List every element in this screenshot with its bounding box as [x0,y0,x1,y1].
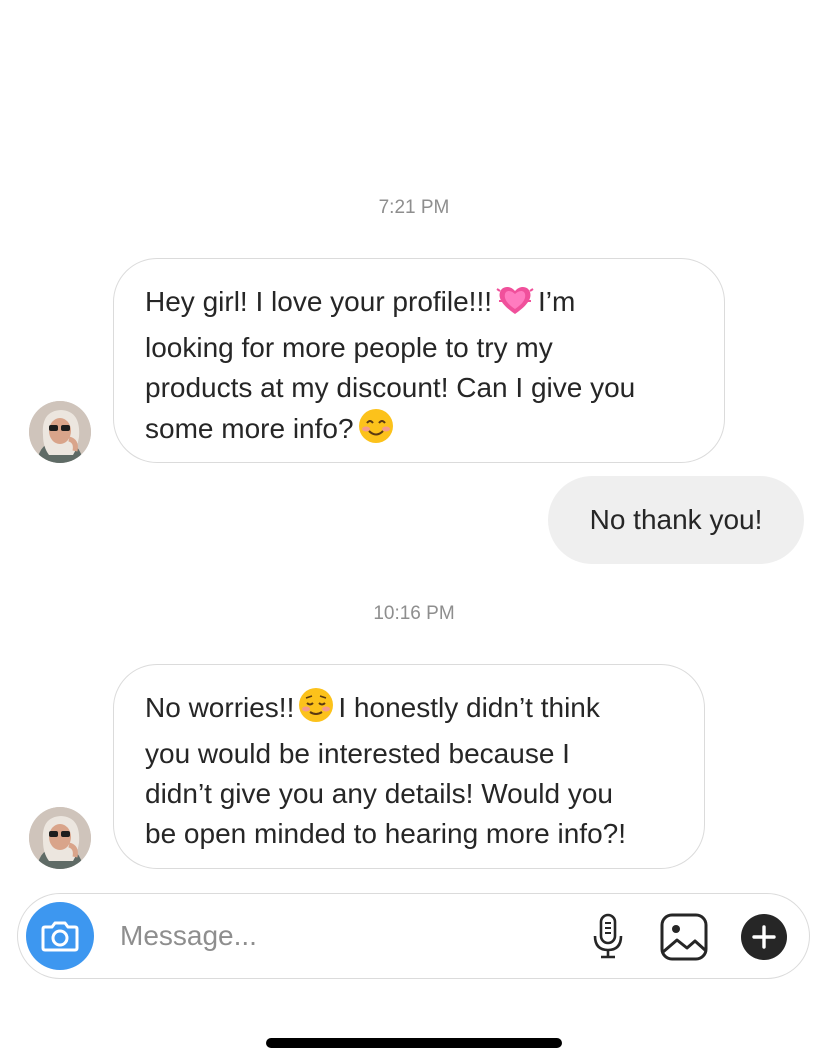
relieved-smiling-face-emoji [298,687,334,734]
message-line: some more info? [145,408,694,455]
sender-avatar[interactable] [29,401,91,463]
message-text: No thank you! [589,504,763,535]
voice-message-button[interactable] [588,912,628,960]
avatar-photo [29,807,91,869]
message-input[interactable] [120,914,540,958]
home-indicator[interactable] [266,1038,562,1048]
outgoing-message-bubble[interactable]: No thank you! [548,476,804,564]
more-options-button[interactable] [740,913,788,961]
message-line: products at my discount! Can I give you [145,372,636,403]
message-line: be open minded to hearing more info?! [145,818,626,849]
growing-heart-emoji [496,281,534,328]
timestamp: 10:16 PM [373,603,455,624]
message-composer [17,893,810,979]
plus-icon [741,914,787,960]
incoming-message-bubble[interactable]: No worries!! I honestly didn’t think you … [113,664,705,869]
message-line: didn’t give you any details! Would you [145,778,613,809]
avatar-photo [29,401,91,463]
smiling-face-emoji [358,408,394,455]
microphone-icon [593,913,623,959]
message-line: you would be interested because I [145,738,570,769]
timestamp: 7:21 PM [378,197,450,218]
camera-icon [41,921,79,952]
message-line: looking for more people to try my [145,332,553,363]
incoming-message-bubble[interactable]: Hey girl! I love your profile!!! I’m look… [113,258,725,463]
message-line: Hey girl! I love your profile!!! I’m [145,281,694,328]
sender-avatar[interactable] [29,807,91,869]
message-line: No worries!! I honestly didn’t think [145,687,674,734]
gallery-button[interactable] [658,911,710,963]
camera-button[interactable] [26,902,94,970]
gallery-icon [660,913,708,961]
